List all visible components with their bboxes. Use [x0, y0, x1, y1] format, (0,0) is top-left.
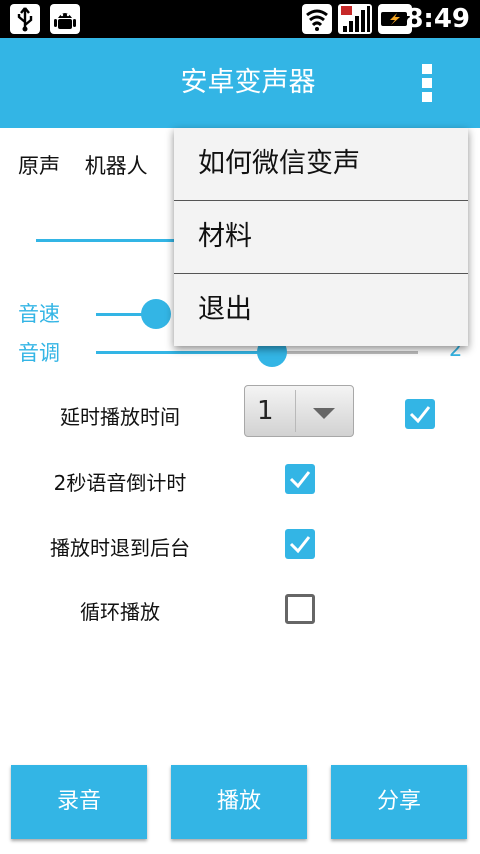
status-time: 8:49: [405, 4, 470, 34]
delay-spinner-value: 1: [257, 396, 274, 426]
loop-checkbox[interactable]: [285, 594, 315, 624]
android-debug-icon: [50, 4, 80, 34]
status-bar: 8:49: [0, 0, 480, 38]
voice-robot[interactable]: 机器人: [85, 154, 148, 178]
delay-checkbox[interactable]: [405, 399, 435, 429]
voice-original[interactable]: 原声: [18, 154, 60, 178]
option-delay-label: 延时播放时间: [60, 405, 180, 429]
menu-item-exit[interactable]: 退出: [174, 274, 468, 346]
pitch-seekbar-track: [272, 351, 418, 354]
chevron-down-icon: [313, 408, 335, 419]
checkmark-icon: [289, 471, 311, 489]
play-button[interactable]: 播放: [171, 765, 307, 839]
countdown-checkbox[interactable]: [285, 464, 315, 494]
voice-options: 原声 机器人: [18, 150, 166, 180]
overflow-menu-icon[interactable]: [414, 60, 440, 106]
option-countdown-label: 2秒语音倒计时: [53, 471, 187, 495]
menu-item-materials[interactable]: 材料: [174, 201, 468, 273]
background-checkbox[interactable]: [285, 529, 315, 559]
speed-label: 音速: [18, 302, 60, 326]
wifi-icon: [302, 4, 332, 34]
option-loop-label: 循环播放: [80, 600, 160, 624]
app-title: 安卓变声器: [180, 67, 316, 98]
signal-icon: [338, 4, 372, 34]
usb-icon: [10, 4, 40, 34]
pitch-seekbar-progress: [96, 351, 272, 354]
option-background-label: 播放时退到后台: [50, 536, 190, 560]
record-button[interactable]: 录音: [11, 765, 147, 839]
menu-item-wechat-voice[interactable]: 如何微信变声: [174, 128, 468, 200]
checkmark-icon: [409, 406, 431, 424]
overflow-menu: 如何微信变声 材料 退出: [174, 128, 468, 346]
spinner-divider: [295, 390, 296, 432]
action-bar: 安卓变声器: [0, 38, 480, 128]
delay-spinner[interactable]: 1: [244, 385, 354, 437]
share-button[interactable]: 分享: [331, 765, 467, 839]
speed-seekbar-thumb[interactable]: [141, 299, 171, 329]
pitch-label: 音调: [18, 341, 60, 365]
checkmark-icon: [289, 536, 311, 554]
voice-seekbar[interactable]: [36, 239, 186, 242]
